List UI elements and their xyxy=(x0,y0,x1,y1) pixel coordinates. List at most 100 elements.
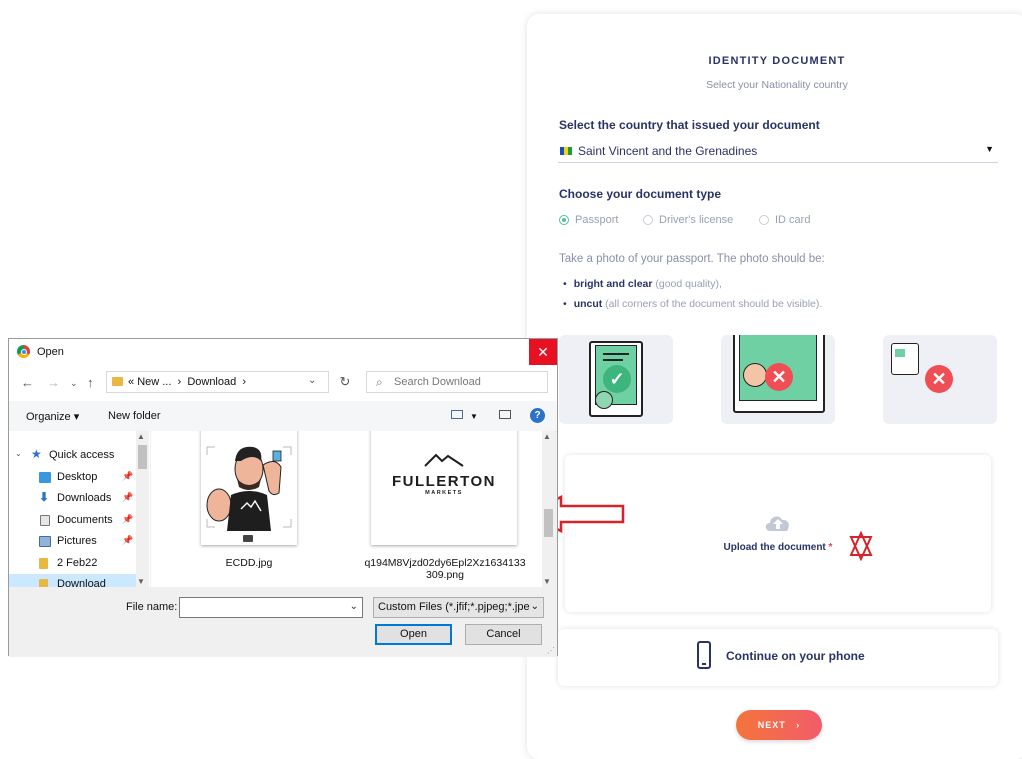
radio-empty-icon xyxy=(759,215,769,225)
chevron-down-icon: ⌄ xyxy=(530,601,539,612)
check-icon: ✓ xyxy=(603,365,631,393)
radio-drivers-license[interactable]: Driver's license xyxy=(643,214,733,226)
tree-item-pictures[interactable]: Pictures 📌 xyxy=(9,531,136,552)
radio-empty-icon xyxy=(643,215,653,225)
doc-type-label: Choose your document type xyxy=(559,187,722,201)
bullet-item: bright and clear (good quality), xyxy=(563,278,722,290)
new-folder-button[interactable]: New folder xyxy=(108,410,161,422)
sample-good-passport: ✓ xyxy=(559,335,673,424)
country-select[interactable]: Saint Vincent and the Grenadines ▼ xyxy=(558,142,998,163)
tree-item-2-feb22[interactable]: 2 Feb22 xyxy=(9,553,136,574)
close-button[interactable]: ✕ xyxy=(529,339,557,365)
radio-drivers-license-label: Driver's license xyxy=(659,214,734,226)
organize-button[interactable]: Organize ▾ xyxy=(26,410,79,423)
nav-scrollbar[interactable]: ▲ ▼ xyxy=(136,431,149,587)
search-placeholder: Search Download xyxy=(394,376,481,388)
scrollbar-thumb[interactable] xyxy=(544,509,553,537)
navigation-pane: ⌄ ★ Quick access Desktop 📌 ⬇ Downloads 📌… xyxy=(9,431,150,595)
radio-selected-icon xyxy=(559,215,569,225)
dialog-navbar: ← → ⌄ ↑ « New ... › Download › ⌄ ↻ ⌕ Sea… xyxy=(9,365,557,401)
mountain-logo-icon xyxy=(424,453,464,467)
annotation-star-icon xyxy=(849,531,873,561)
file-name-ecdd[interactable]: ECDD.jpg xyxy=(201,557,297,569)
file-name-fullerton[interactable]: q194M8Vjzd02dy6Epl2Xz1634133 309.png xyxy=(355,557,535,581)
tree-item-downloads[interactable]: ⬇ Downloads 📌 xyxy=(9,488,136,509)
search-input[interactable]: ⌕ Search Download xyxy=(366,371,548,393)
scroll-down-icon[interactable]: ▼ xyxy=(137,577,145,586)
radio-id-card[interactable]: ID card xyxy=(759,214,810,226)
phone-icon xyxy=(697,641,711,669)
scroll-up-icon[interactable]: ▲ xyxy=(543,432,551,441)
folder-icon xyxy=(112,377,123,386)
error-x-icon: ✕ xyxy=(925,365,953,393)
preview-pane-icon[interactable] xyxy=(499,410,511,419)
up-arrow-icon[interactable]: ↑ xyxy=(87,375,94,390)
file-type-select[interactable]: Custom Files (*.jfif;*.pjpeg;*.jpe ⌄ xyxy=(373,597,544,618)
logo-text: FULLERTON xyxy=(391,473,497,490)
error-x-icon: ✕ xyxy=(765,363,793,391)
view-options-icon[interactable] xyxy=(451,410,463,419)
address-bar[interactable]: « New ... › Download › ⌄ xyxy=(106,371,329,393)
tree-item-desktop[interactable]: Desktop 📌 xyxy=(9,467,136,488)
file-thumbnail-fullerton[interactable]: FULLERTON MARKETS xyxy=(371,431,517,545)
radio-passport-label: Passport xyxy=(575,214,619,226)
file-name-input[interactable]: ⌄ xyxy=(179,597,363,618)
scroll-down-icon[interactable]: ▼ xyxy=(543,577,551,586)
continue-on-phone-button[interactable]: Continue on your phone xyxy=(558,629,998,686)
upload-dropzone[interactable]: Upload the document * xyxy=(565,455,991,612)
dialog-titlebar: Open ✕ xyxy=(9,339,557,365)
pin-icon: 📌 xyxy=(122,514,134,524)
sample-small-passport: ✕ xyxy=(883,335,997,424)
dialog-toolbar: Organize ▾ New folder ▼ ? xyxy=(9,401,557,432)
scrollbar-thumb[interactable] xyxy=(138,445,147,469)
search-icon: ⌕ xyxy=(376,375,383,389)
tree-item-documents[interactable]: Documents 📌 xyxy=(9,510,136,531)
continue-on-phone-label: Continue on your phone xyxy=(726,649,865,663)
next-button[interactable]: NEXT › xyxy=(736,710,822,740)
pictures-icon xyxy=(39,536,51,547)
chevron-down-icon[interactable]: ⌄ xyxy=(308,375,316,386)
pin-icon: 📌 xyxy=(122,535,134,545)
radio-id-card-label: ID card xyxy=(775,214,811,226)
file-type-value: Custom Files (*.jfif;*.pjpeg;*.jpe xyxy=(378,601,530,613)
chevron-down-icon[interactable]: ⌄ xyxy=(350,601,358,612)
dialog-title: Open xyxy=(37,346,64,358)
upload-label: Upload the document * xyxy=(723,542,833,553)
resize-grip-icon[interactable]: ⋰ xyxy=(547,646,555,655)
face-icon xyxy=(743,363,767,387)
sample-cut-passport: ✕ xyxy=(721,335,835,424)
pin-icon: 📌 xyxy=(122,471,134,481)
country-label: Select the country that issued your docu… xyxy=(559,118,820,132)
chrome-icon xyxy=(17,345,30,358)
tree-item-quick-access[interactable]: ⌄ ★ Quick access xyxy=(9,445,136,466)
refresh-button[interactable]: ↻ xyxy=(334,371,356,393)
download-icon: ⬇ xyxy=(39,490,50,504)
country-value: Saint Vincent and the Grenadines xyxy=(578,144,758,158)
file-thumbnail-ecdd[interactable] xyxy=(201,431,297,545)
radio-passport[interactable]: Passport xyxy=(559,214,618,226)
recent-dropdown-icon[interactable]: ⌄ xyxy=(70,378,78,389)
open-button[interactable]: Open xyxy=(375,624,452,645)
identity-panel: IDENTITY DOCUMENT Select your Nationalit… xyxy=(527,14,1022,759)
open-file-dialog: Open ✕ ← → ⌄ ↑ « New ... › Download › ⌄ … xyxy=(8,338,558,657)
required-mark: * xyxy=(828,542,833,553)
view-dropdown-icon[interactable]: ▼ xyxy=(470,412,478,421)
photo-hint: Take a photo of your passport. The photo… xyxy=(559,253,825,265)
forward-arrow-icon[interactable]: → xyxy=(47,375,60,390)
file-list: ECDD.jpg FULLERTON MARKETS q194M8Vjzd02d… xyxy=(151,431,542,587)
back-arrow-icon[interactable]: ← xyxy=(21,375,34,390)
star-icon: ★ xyxy=(31,447,42,461)
page-subtitle: Select your Nationality country xyxy=(706,79,848,91)
breadcrumb: « New ... › Download › xyxy=(128,376,247,388)
page-title: IDENTITY DOCUMENT xyxy=(708,55,846,67)
cloud-upload-icon xyxy=(765,516,789,531)
help-icon[interactable]: ? xyxy=(530,408,545,423)
cartoon-man-icon xyxy=(206,446,292,542)
cancel-button[interactable]: Cancel xyxy=(465,624,542,645)
files-scrollbar[interactable]: ▲ ▼ xyxy=(542,431,555,587)
pin-icon: 📌 xyxy=(122,492,134,502)
scroll-up-icon[interactable]: ▲ xyxy=(137,432,145,441)
chevron-right-icon: › xyxy=(796,720,801,730)
caret-down-icon: ▼ xyxy=(985,144,994,154)
face-icon xyxy=(595,391,613,409)
